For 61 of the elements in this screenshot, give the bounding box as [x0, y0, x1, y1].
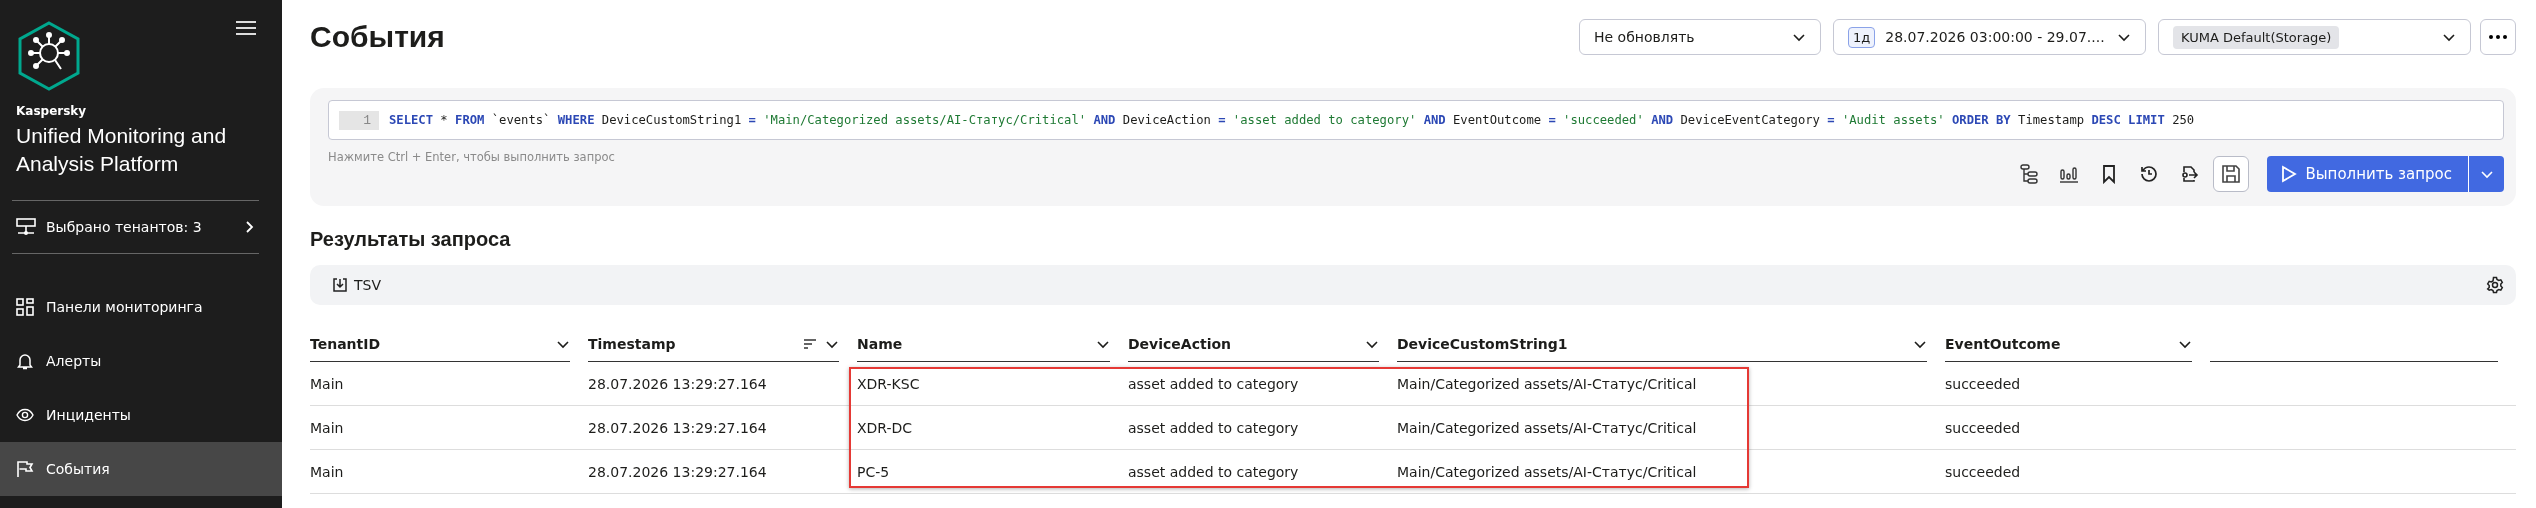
logo-icon	[16, 20, 82, 92]
sort-icon[interactable]	[803, 338, 817, 350]
table-cell: XDR-DC	[857, 406, 1128, 450]
table-cell: 28.07.2026 13:29:27.164	[588, 362, 857, 406]
table-cell: 28.07.2026 13:29:27.164	[588, 406, 857, 450]
nav-item[interactable]: Инциденты	[0, 388, 282, 442]
run-options-button[interactable]	[2468, 156, 2504, 192]
column-header[interactable]: Timestamp	[588, 327, 839, 362]
table-cell: Main/Categorized assets/AI-Статус/Critical	[1397, 406, 1945, 450]
table-cell: asset added to category	[1128, 362, 1397, 406]
table-cell: asset added to category	[1128, 450, 1397, 494]
nav-item[interactable]: События	[0, 442, 282, 496]
table-cell: 28.07.2026 13:29:27.164	[588, 450, 857, 494]
table-cell: succeeded	[1945, 362, 2210, 406]
period-badge: 1д	[1848, 26, 1876, 48]
results-title: Результаты запроса	[310, 228, 512, 251]
table-cell: succeeded	[1945, 450, 2210, 494]
menu-icon[interactable]	[236, 20, 256, 36]
network-icon	[16, 218, 36, 236]
storage-chip: KUMA Default(Storage)	[2173, 25, 2340, 49]
eye-icon	[16, 406, 34, 424]
product-name: Unified Monitoring and Analysis Platform	[15, 123, 228, 177]
run-query-button[interactable]: Выполнить запрос	[2267, 156, 2468, 192]
table-cell: PC-5	[857, 450, 1128, 494]
table-cell: succeeded	[1945, 406, 2210, 450]
bell-icon	[16, 352, 34, 370]
save-button[interactable]	[2213, 156, 2250, 192]
flag-icon	[16, 460, 34, 478]
nav-item[interactable]: Панели мониторинга	[0, 280, 282, 334]
storage-dropdown[interactable]: KUMA Default(Storage)	[2158, 19, 2471, 55]
table-cell: Main/Categorized assets/AI-Статус/Critical	[1397, 362, 1945, 406]
column-header[interactable]: DeviceAction	[1128, 327, 1379, 362]
column-header[interactable]: Name	[857, 327, 1110, 362]
page-title: События	[310, 20, 446, 54]
more-button[interactable]	[2480, 19, 2516, 55]
settings-icon[interactable]	[2486, 276, 2504, 294]
tenants-selector[interactable]: Выбрано тенантов: 3	[12, 200, 259, 254]
download-icon	[332, 277, 348, 293]
nav-item[interactable]: Алерты	[0, 334, 282, 388]
table-cell: XDR-KSC	[857, 362, 1128, 406]
table-cell: Main	[310, 406, 588, 450]
table-cell: Main	[310, 362, 588, 406]
period-value: 28.07.2026 03:00:00 - 29.07....	[1885, 29, 2106, 45]
column-header[interactable]: TenantID	[310, 327, 570, 362]
column-header[interactable]: EventOutcome	[1945, 327, 2192, 362]
period-dropdown[interactable]: 1д 28.07.2026 03:00:00 - 29.07....	[1833, 19, 2146, 55]
table-cell: Main/Categorized assets/AI-Статус/Critical	[1397, 450, 1945, 494]
query-hint: Нажмите Ctrl + Enter, чтобы выполнить запрос	[328, 150, 616, 164]
code-line: SELECT * FROM `events` WHERE DeviceCustomString1 = 'Main/Categorized assets/AI-Статус/Critical' AND DeviceAction = 'asset added to category' AND EventOutcome = 'succeeded' AND DeviceEventCategory = 'Audit assets' ORDER BY Timestamp DESC LIMIT 250	[389, 113, 2195, 127]
table-cell: Main	[310, 450, 588, 494]
line-number: 1	[339, 110, 379, 130]
tsv-export-button[interactable]: TSV	[332, 277, 381, 293]
play-icon	[2281, 165, 2298, 183]
more-icon	[2489, 35, 2507, 39]
refresh-dropdown[interactable]: Не обновлять	[1579, 19, 1821, 55]
column-header[interactable]: DeviceCustomString1	[1397, 327, 1927, 362]
save-icon	[2221, 164, 2242, 184]
chevron-right-icon	[245, 220, 255, 234]
table-cell: asset added to category	[1128, 406, 1397, 450]
brand-name: Kaspersky	[15, 103, 88, 118]
grid-icon	[16, 298, 34, 316]
